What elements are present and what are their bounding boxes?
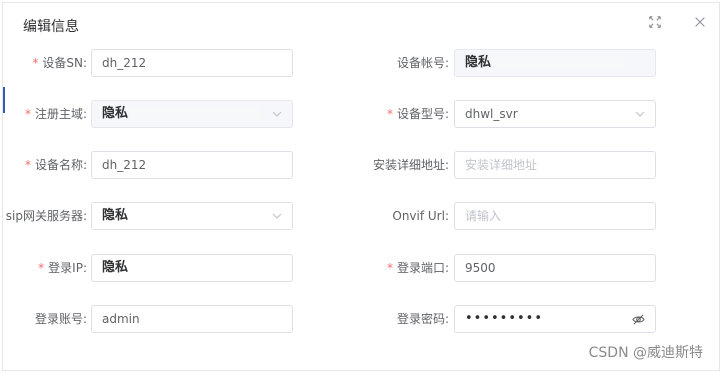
privacy-mask — [493, 57, 623, 69]
form-row-1: * 设备SN: dh_212 设备帐号: 隐私 — [3, 49, 719, 77]
login-password-value: ••••••••• — [465, 311, 544, 326]
device-model-label: * 设备型号: — [386, 107, 449, 121]
chevron-down-icon — [635, 109, 645, 119]
chevron-down-icon — [272, 109, 282, 119]
device-name-input[interactable]: dh_212 — [91, 151, 293, 179]
login-password-label: 登录密码: — [396, 312, 449, 326]
device-name-value: dh_212 — [102, 158, 147, 172]
device-sn-value: dh_212 — [102, 56, 147, 70]
login-port-label: * 登录端口: — [386, 261, 449, 275]
dialog-header: 编辑信息 — [3, 3, 719, 47]
register-domain-value: 隐私 — [102, 106, 129, 121]
edit-info-dialog: 编辑信息 * 设备SN: dh_212 设备帐号: 隐私 * 注册主域: 隐私 … — [2, 2, 720, 371]
required-mark: * — [32, 56, 39, 70]
login-port-input[interactable]: 9500 — [454, 254, 656, 282]
device-account-value: 隐私 — [465, 55, 492, 70]
onvif-url-placeholder: 请输入 — [465, 209, 502, 223]
form-row-2: * 注册主域: 隐私 * 设备型号: dhwl_svr — [3, 100, 719, 128]
login-ip-label: * 登录IP: — [38, 261, 87, 275]
device-model-value: dhwl_svr — [465, 107, 518, 121]
login-ip-value: 隐私 — [102, 260, 129, 275]
login-account-input[interactable]: admin — [91, 305, 293, 333]
register-domain-select[interactable]: 隐私 — [91, 100, 293, 128]
close-icon[interactable] — [692, 15, 708, 31]
form-row-6: 登录账号: admin 登录密码: ••••••••• — [3, 305, 719, 333]
device-account-input[interactable]: 隐私 — [454, 49, 656, 77]
device-sn-label: * 设备SN: — [32, 56, 87, 70]
login-password-input[interactable]: ••••••••• — [454, 305, 656, 333]
install-address-label: 安装详细地址: — [372, 158, 449, 172]
login-port-value: 9500 — [465, 261, 496, 275]
login-account-value: admin — [102, 312, 140, 326]
maximize-icon[interactable] — [647, 15, 663, 31]
form-row-4: sip网关服务器: 隐私 Onvif Url: 请输入 — [3, 202, 719, 230]
install-address-placeholder: 安装详细地址 — [465, 158, 538, 172]
form-row-5: * 登录IP: 隐私 * 登录端口: 9500 — [3, 254, 719, 282]
login-ip-input[interactable]: 隐私 — [91, 254, 293, 282]
dialog-title: 编辑信息 — [23, 19, 79, 35]
device-model-select[interactable]: dhwl_svr — [454, 100, 656, 128]
csdn-watermark: CSDN @威迪斯特 — [588, 345, 703, 361]
form-row-3: * 设备名称: dh_212 安装详细地址: 安装详细地址 — [3, 151, 719, 179]
register-domain-label: * 注册主域: — [24, 107, 87, 121]
device-name-label: * 设备名称: — [24, 158, 87, 172]
device-sn-input[interactable]: dh_212 — [91, 49, 293, 77]
onvif-url-label: Onvif Url: — [392, 209, 449, 223]
chevron-down-icon — [272, 211, 282, 221]
onvif-url-input[interactable]: 请输入 — [454, 202, 656, 230]
login-account-label: 登录账号: — [34, 312, 87, 326]
eye-off-icon[interactable] — [632, 313, 645, 326]
sip-gateway-value: 隐私 — [102, 208, 129, 223]
device-account-label: 设备帐号: — [396, 56, 449, 70]
install-address-input[interactable]: 安装详细地址 — [454, 151, 656, 179]
sip-gateway-label: sip网关服务器: — [5, 209, 87, 223]
sip-gateway-select[interactable]: 隐私 — [91, 202, 293, 230]
privacy-mask — [130, 108, 260, 120]
